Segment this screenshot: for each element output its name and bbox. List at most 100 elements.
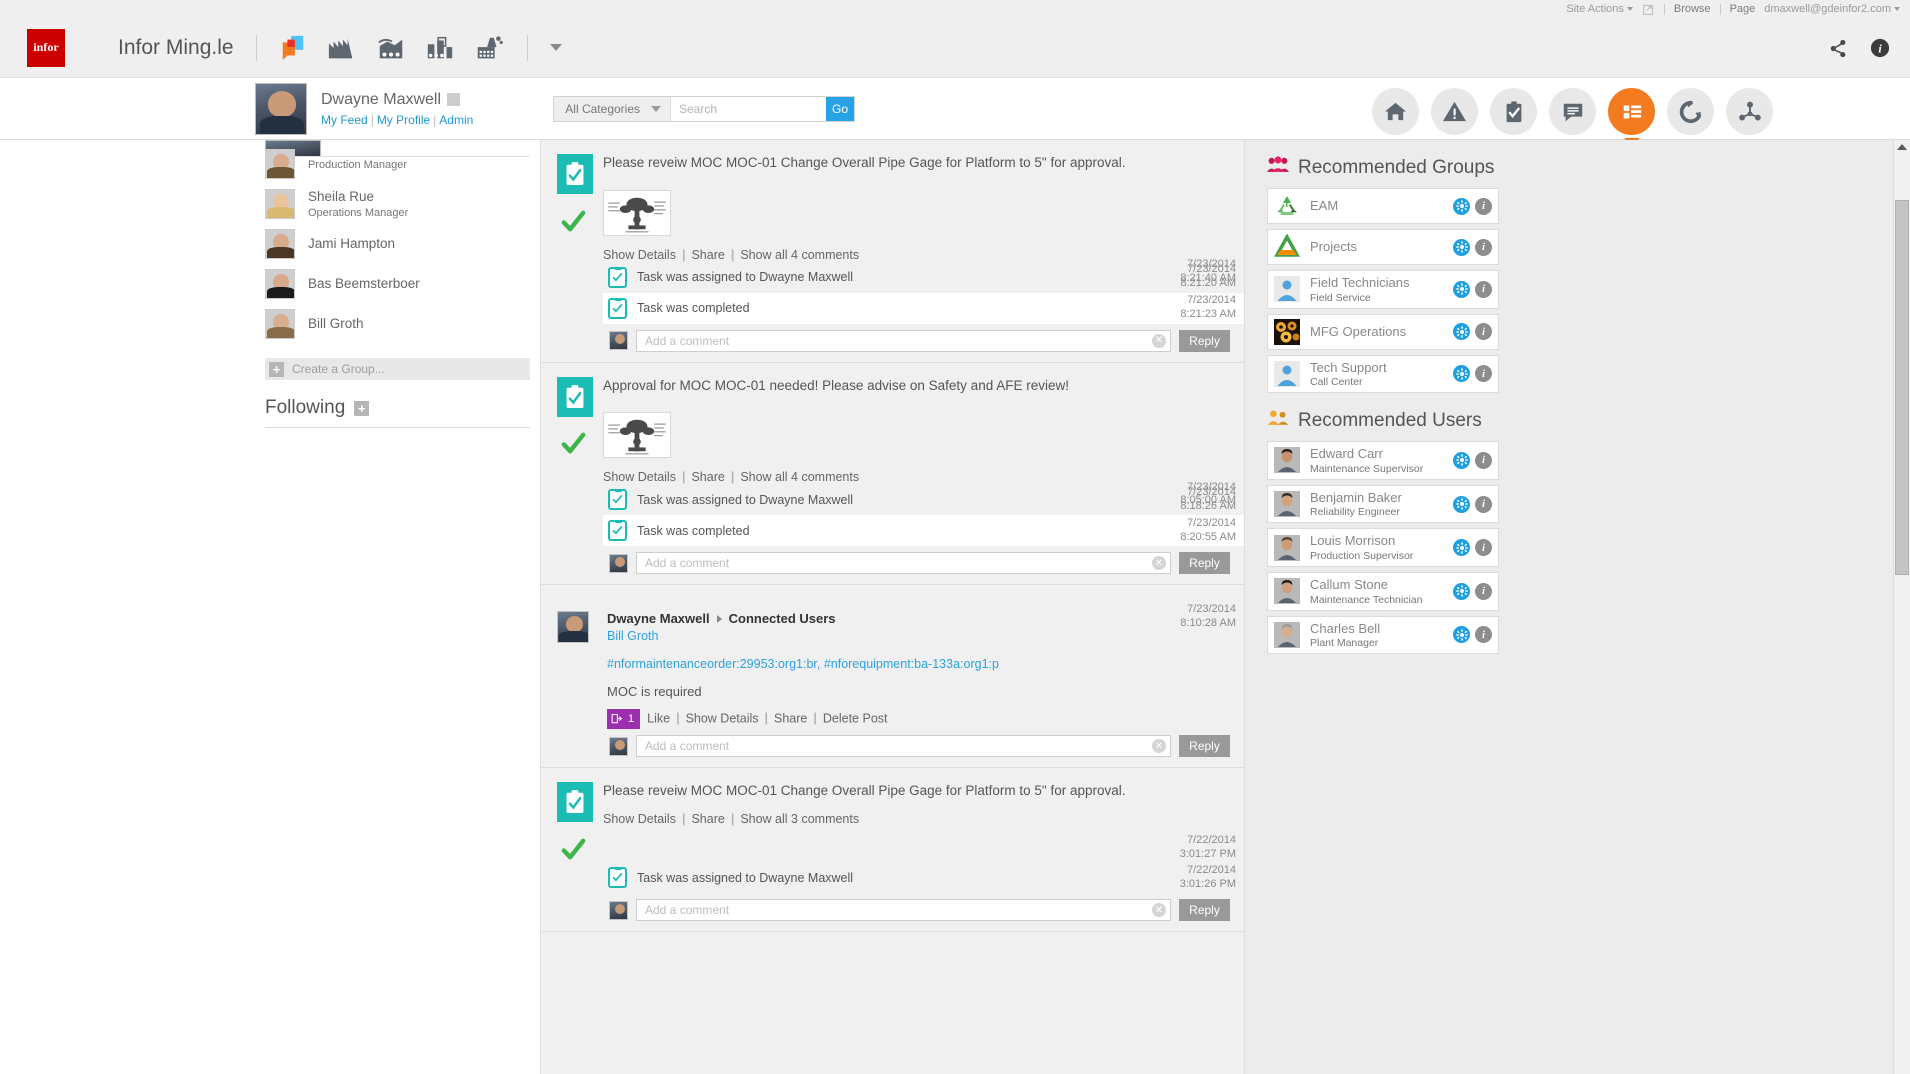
info-icon[interactable]: i [1475, 582, 1492, 600]
gear-icon[interactable] [1453, 495, 1470, 513]
post-action-show-all-4-comments[interactable]: Show all 4 comments [740, 470, 859, 484]
user-email[interactable]: dmaxwell@gdeinfor2.com [1764, 3, 1891, 15]
info-icon[interactable]: i [1475, 365, 1492, 383]
nav-alert-warning-icon[interactable] [1431, 88, 1478, 135]
comment-input[interactable] [645, 739, 1152, 754]
post-action-show-details[interactable]: Show Details [686, 711, 759, 725]
comment-row[interactable]: Task was completed 7/23/2014 8:21:23 AM [603, 292, 1244, 324]
user-card[interactable]: Edward Carr Maintenance Supervisor i [1267, 441, 1499, 480]
comment-row[interactable]: Task was assigned to Dwayne Maxwell 7/23/… [603, 484, 1244, 515]
nav-sync-refresh-icon[interactable] [1667, 88, 1714, 135]
group-card[interactable]: EAM i [1267, 188, 1499, 224]
post-action-share[interactable]: Share [774, 711, 807, 725]
post-mention[interactable]: Bill Groth [607, 629, 1230, 643]
comment-input-wrapper[interactable]: ✕ [636, 735, 1171, 758]
ming-le-chat-icon[interactable] [277, 33, 309, 63]
info-icon[interactable]: i [1870, 38, 1890, 63]
clear-icon[interactable]: ✕ [1152, 556, 1166, 571]
post-attachment-thumbnail[interactable] [603, 412, 671, 459]
smokestack-factory-icon[interactable] [473, 33, 505, 63]
admin-link[interactable]: Admin [439, 113, 473, 127]
user-card[interactable]: Charles Bell Plant Manager i [1267, 615, 1499, 655]
gear-icon[interactable] [1453, 539, 1470, 557]
post-action-delete-post[interactable]: Delete Post [823, 711, 888, 725]
gear-icon[interactable] [1453, 238, 1470, 256]
page-tab[interactable]: Page [1730, 3, 1756, 15]
list-item[interactable]: Bill Groth [255, 304, 540, 344]
user-card[interactable]: Benjamin Baker Reliability Engineer i [1267, 484, 1499, 524]
gear-icon[interactable] [1453, 280, 1470, 298]
gear-icon[interactable] [1453, 582, 1470, 600]
comment-input-wrapper[interactable]: ✕ [636, 552, 1171, 575]
info-icon[interactable]: i [1475, 323, 1492, 341]
reply-button[interactable]: Reply [1179, 552, 1230, 575]
info-icon[interactable]: i [1475, 280, 1492, 298]
navigate-icon[interactable] [1642, 3, 1655, 16]
post-action-show-all-3-comments[interactable]: Show all 3 comments [740, 812, 859, 826]
post-author[interactable]: Dwayne Maxwell [607, 611, 710, 626]
create-group-button[interactable]: + Create a Group... [265, 358, 530, 380]
search-go-button[interactable]: Go [826, 96, 854, 121]
comment-row[interactable]: Task was assigned to Dwayne Maxwell 7/23/… [603, 262, 1244, 293]
comment-row[interactable]: Task was assigned to Dwayne Maxwell 7/22/… [603, 862, 1244, 893]
factory-icon[interactable] [326, 33, 358, 63]
post-attachment-thumbnail[interactable] [603, 189, 671, 236]
comment-input[interactable] [645, 903, 1152, 918]
list-item[interactable]: Bas Beemsterboer [255, 264, 540, 304]
gear-icon[interactable] [1453, 451, 1470, 469]
user-card[interactable]: Louis Morrison Production Supervisor i [1267, 528, 1499, 567]
avatar[interactable] [255, 82, 307, 135]
post-tags[interactable]: #nformaintenanceorder:29953:org1:br, #nf… [607, 657, 1230, 671]
user-card[interactable]: Callum Stone Maintenance Technician i [1267, 571, 1499, 611]
post-target-group[interactable]: Connected Users [729, 611, 836, 626]
chevron-down-icon[interactable] [1894, 7, 1900, 11]
analytics-chart-icon[interactable] [375, 33, 407, 63]
reply-button[interactable]: Reply [1179, 899, 1230, 922]
post-action-show-details[interactable]: Show Details [603, 812, 676, 826]
plus-icon[interactable]: + [354, 400, 370, 416]
group-card[interactable]: Tech Support Call Center i [1267, 354, 1499, 394]
gear-icon[interactable] [1453, 626, 1470, 644]
reply-button[interactable]: Reply [1179, 329, 1230, 352]
comment-input[interactable] [645, 333, 1152, 348]
gear-icon[interactable] [1453, 365, 1470, 383]
nav-home-icon[interactable] [1372, 88, 1419, 135]
post-action-share[interactable]: Share [691, 812, 724, 826]
my-feed-link[interactable]: My Feed [321, 113, 368, 127]
info-icon[interactable]: i [1475, 451, 1492, 469]
nav-feed-list-icon[interactable] [1608, 88, 1655, 135]
clear-icon[interactable]: ✕ [1152, 739, 1166, 754]
info-icon[interactable]: i [1475, 197, 1492, 215]
reply-button[interactable]: Reply [1179, 735, 1230, 758]
plant-icon[interactable] [424, 33, 456, 63]
comment-input[interactable] [645, 556, 1152, 571]
group-card[interactable]: Field Technicians Field Service i [1267, 270, 1499, 309]
share-icon[interactable] [1829, 39, 1848, 63]
search-category-dropdown[interactable]: All Categories [554, 96, 671, 121]
chevron-down-icon[interactable] [549, 44, 562, 51]
nav-clipboard-check-icon[interactable] [1490, 88, 1537, 135]
group-card[interactable]: MFG Operations i [1267, 313, 1499, 350]
post-action-show-details[interactable]: Show Details [603, 248, 676, 262]
browse-tab[interactable]: Browse [1674, 3, 1711, 15]
my-profile-link[interactable]: My Profile [377, 113, 430, 127]
comment-input-wrapper[interactable]: ✕ [636, 329, 1171, 352]
clear-icon[interactable]: ✕ [1152, 903, 1166, 918]
share-count-badge[interactable]: 1 [607, 709, 641, 730]
info-icon[interactable]: i [1475, 238, 1492, 256]
comment-row[interactable]: Task was completed 7/23/2014 8:20:55 AM [603, 515, 1244, 547]
search-input[interactable] [671, 96, 826, 121]
clear-icon[interactable]: ✕ [1152, 333, 1166, 348]
scroll-up-arrow-icon[interactable] [1897, 144, 1907, 150]
list-item[interactable]: Production Manager [255, 144, 540, 184]
post-action-share[interactable]: Share [691, 248, 724, 262]
avatar[interactable] [557, 611, 589, 644]
post-action-show-details[interactable]: Show Details [603, 470, 676, 484]
scrollbar-thumb[interactable] [1895, 200, 1909, 575]
list-item[interactable]: Jami Hampton [255, 224, 540, 264]
gear-icon[interactable] [1453, 197, 1470, 215]
list-item[interactable]: Sheila Rue Operations Manager [255, 184, 540, 224]
comment-input-wrapper[interactable]: ✕ [636, 899, 1171, 922]
info-icon[interactable]: i [1475, 495, 1492, 513]
post-action-like[interactable]: Like [647, 711, 670, 725]
